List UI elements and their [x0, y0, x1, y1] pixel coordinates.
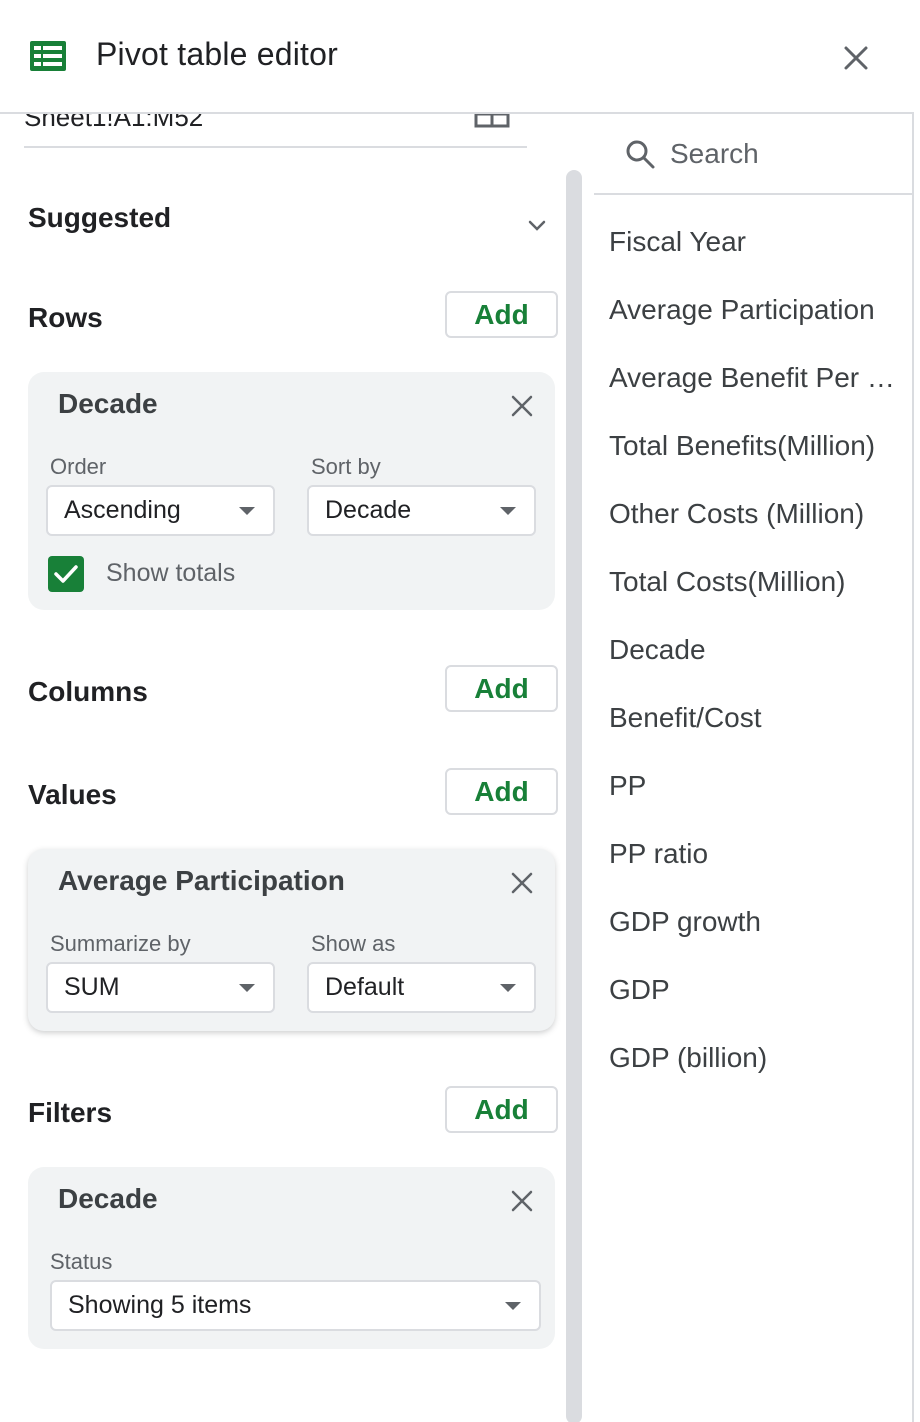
field-item[interactable]: GDP (billion): [609, 1042, 909, 1074]
header-divider: [0, 112, 914, 114]
search-input[interactable]: [670, 132, 900, 176]
scrollbar[interactable]: [566, 170, 582, 1422]
range-underline: [24, 146, 527, 148]
sort-by-select[interactable]: Decade: [307, 485, 536, 536]
summarize-by-label: Summarize by: [50, 931, 191, 956]
show-as-value: Default: [325, 973, 405, 1001]
order-select[interactable]: Ascending: [46, 485, 275, 536]
close-icon[interactable]: [508, 392, 536, 420]
field-item[interactable]: Average Participation: [609, 294, 909, 326]
dropdown-arrow-icon: [500, 984, 516, 992]
suggested-heading[interactable]: Suggested: [28, 202, 171, 234]
close-icon[interactable]: [508, 869, 536, 897]
field-item[interactable]: PP ratio: [609, 838, 909, 870]
columns-heading: Columns: [28, 676, 148, 707]
values-heading: Values: [28, 779, 117, 810]
dropdown-arrow-icon: [239, 984, 255, 992]
filter-status-select[interactable]: Showing 5 items: [50, 1280, 541, 1331]
chevron-down-icon[interactable]: [524, 212, 550, 238]
field-item[interactable]: PP: [609, 770, 909, 802]
show-as-select[interactable]: Default: [307, 962, 536, 1013]
editor-header: Pivot table editor: [0, 0, 914, 113]
order-label: Order: [50, 454, 107, 479]
add-row-button[interactable]: Add: [445, 291, 558, 338]
select-range-icon[interactable]: [474, 114, 510, 128]
editor-settings-panel: Sheet1!A1:M52 Suggested Rows Add Decade …: [0, 114, 592, 1422]
field-item[interactable]: Fiscal Year: [609, 226, 909, 258]
add-value-button[interactable]: Add: [445, 768, 558, 815]
filter-field-card: Decade Status Showing 5 items: [28, 1167, 555, 1349]
row-field-card: Decade Order Ascending Sort by Decade Sh…: [28, 372, 555, 610]
field-item[interactable]: Total Costs(Million): [609, 566, 909, 598]
field-item[interactable]: Other Costs (Million): [609, 498, 909, 530]
field-item[interactable]: GDP: [609, 974, 909, 1006]
checkmark-icon: [54, 565, 78, 583]
close-editor-icon[interactable]: [838, 40, 874, 76]
field-item[interactable]: Benefit/Cost: [609, 702, 909, 734]
panel-border: [912, 0, 914, 1422]
page-title: Pivot table editor: [96, 36, 338, 72]
sort-by-value: Decade: [325, 496, 412, 524]
show-as-label: Show as: [311, 931, 396, 956]
order-value: Ascending: [64, 496, 181, 524]
dropdown-arrow-icon: [505, 1302, 521, 1310]
rows-heading: Rows: [28, 302, 103, 333]
add-column-button[interactable]: Add: [445, 665, 558, 712]
filter-status-value: Showing 5 items: [68, 1291, 252, 1319]
summarize-by-select[interactable]: SUM: [46, 962, 275, 1013]
sheets-icon: [30, 41, 66, 71]
status-label: Status: [50, 1249, 113, 1274]
value-field-title: Average Participation: [58, 865, 345, 896]
search-bar: [594, 114, 912, 195]
close-icon[interactable]: [508, 1187, 536, 1215]
data-range-input[interactable]: Sheet1!A1:M52: [24, 114, 203, 133]
field-list-panel: Fiscal Year Average Participation Averag…: [594, 114, 912, 1422]
field-item[interactable]: Average Benefit Per …: [609, 362, 909, 394]
field-item[interactable]: GDP growth: [609, 906, 909, 938]
dropdown-arrow-icon: [239, 507, 255, 515]
dropdown-arrow-icon: [500, 507, 516, 515]
field-item[interactable]: Total Benefits(Million): [609, 430, 909, 462]
add-filter-button[interactable]: Add: [445, 1086, 558, 1133]
row-field-title: Decade: [58, 388, 158, 419]
search-icon: [626, 140, 655, 169]
show-totals-label: Show totals: [106, 559, 236, 587]
sort-by-label: Sort by: [311, 454, 381, 479]
field-item[interactable]: Decade: [609, 634, 909, 666]
value-field-card: Average Participation Summarize by SUM S…: [28, 849, 555, 1031]
show-totals-checkbox[interactable]: [48, 556, 84, 592]
summarize-by-value: SUM: [64, 973, 120, 1001]
filters-heading: Filters: [28, 1097, 113, 1128]
filter-field-title: Decade: [58, 1183, 158, 1214]
